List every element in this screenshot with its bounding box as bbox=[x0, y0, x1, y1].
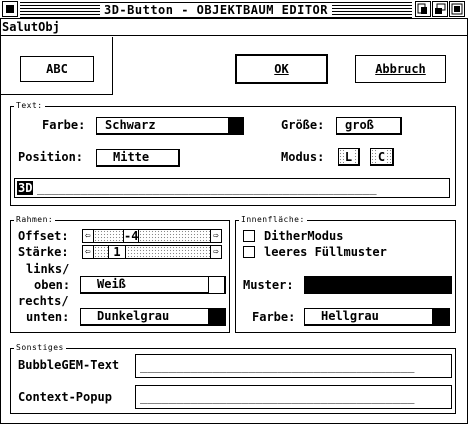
context-popup-input-underscores: ______________________________________ bbox=[140, 390, 415, 404]
right-bottom-label-1: rechts/ bbox=[18, 294, 69, 308]
close-icon bbox=[6, 5, 14, 13]
iconify-box[interactable] bbox=[415, 1, 431, 17]
misc-group-title: Sonstiges bbox=[14, 343, 66, 352]
context-popup-input[interactable]: ______________________________________ bbox=[135, 385, 452, 409]
offset-increase-arrow[interactable]: ⇨ bbox=[210, 229, 222, 243]
offset-decrease-arrow[interactable]: ⇦ bbox=[82, 229, 94, 243]
strength-slider-value[interactable]: 1 bbox=[108, 245, 126, 259]
right-bottom-label-2: unten: bbox=[26, 310, 70, 324]
fill-color-label: Farbe: bbox=[252, 310, 296, 324]
bubble-input[interactable]: ______________________________________ bbox=[135, 354, 452, 378]
frame-group-title: Rahmen: bbox=[14, 215, 56, 224]
text-position-label: Position: bbox=[18, 150, 84, 164]
offset-slider-value[interactable]: -4 bbox=[123, 229, 139, 243]
title-bar[interactable]: 3D-Button - OBJEKTBAUM EDITOR bbox=[0, 0, 468, 19]
backdrop-box[interactable] bbox=[432, 1, 448, 17]
preview-button[interactable]: ABC bbox=[20, 56, 94, 82]
dither-mode-label: DitherModus bbox=[264, 229, 344, 243]
cancel-button[interactable]: Abbruch bbox=[355, 55, 446, 83]
text-size-popup[interactable]: groß bbox=[336, 117, 402, 135]
empty-pattern-checkbox[interactable] bbox=[243, 246, 255, 258]
text-input[interactable]: 3D _____________________________________… bbox=[14, 178, 450, 198]
strength-label: Stärke: bbox=[18, 245, 69, 259]
text-size-label: Größe: bbox=[281, 118, 325, 132]
left-top-color-popup[interactable]: Weiß bbox=[80, 276, 226, 294]
left-top-label-2: oben: bbox=[34, 278, 71, 292]
text-position-popup[interactable]: Mitte bbox=[96, 149, 180, 167]
offset-label: Offset: bbox=[18, 229, 69, 243]
fuller-box[interactable] bbox=[449, 1, 465, 17]
menu-bar: SalutObj bbox=[0, 19, 468, 36]
fill-group-title: Innenfläche: bbox=[239, 215, 307, 224]
strength-decrease-arrow[interactable]: ⇦ bbox=[82, 245, 94, 259]
right-bottom-color-popup[interactable]: Dunkelgrau bbox=[80, 308, 226, 326]
menu-salutobj[interactable]: SalutObj bbox=[2, 20, 60, 35]
offset-slider-track[interactable] bbox=[94, 229, 210, 243]
strength-increase-arrow[interactable]: ⇨ bbox=[210, 245, 222, 259]
text-mode-label: Modus: bbox=[281, 150, 325, 164]
close-box[interactable] bbox=[2, 1, 18, 17]
bubble-input-underscores: ______________________________________ bbox=[140, 359, 415, 373]
backdrop-icon bbox=[435, 3, 446, 14]
fuller-icon bbox=[451, 3, 463, 15]
pattern-label: Muster: bbox=[243, 278, 294, 292]
dither-mode-checkbox[interactable] bbox=[243, 230, 255, 242]
iconify-icon bbox=[417, 3, 427, 14]
right-bottom-color-swatch bbox=[208, 309, 224, 325]
mode-l-button[interactable]: L bbox=[338, 148, 360, 166]
mode-c-button[interactable]: C bbox=[370, 148, 394, 166]
pattern-popup[interactable] bbox=[304, 276, 452, 294]
text-color-label: Farbe: bbox=[42, 118, 86, 132]
window-title: 3D-Button - OBJEKTBAUM EDITOR bbox=[20, 2, 412, 18]
left-top-label-1: links/ bbox=[26, 262, 70, 276]
fill-color-popup[interactable]: Hellgrau bbox=[304, 308, 450, 326]
left-top-color-swatch bbox=[208, 277, 224, 293]
text-input-underscores: ________________________________________… bbox=[37, 181, 377, 195]
context-popup-label: Context-Popup bbox=[18, 390, 112, 404]
bubble-label: BubbleGEM-Text bbox=[18, 358, 120, 372]
ok-button[interactable]: OK bbox=[235, 54, 328, 84]
empty-pattern-label: leeres Füllmuster bbox=[264, 245, 387, 259]
text-group-title: Text: bbox=[14, 101, 45, 110]
fill-color-swatch bbox=[432, 309, 448, 325]
text-input-value: 3D bbox=[17, 181, 34, 195]
text-color-popup[interactable]: Schwarz bbox=[96, 117, 244, 135]
